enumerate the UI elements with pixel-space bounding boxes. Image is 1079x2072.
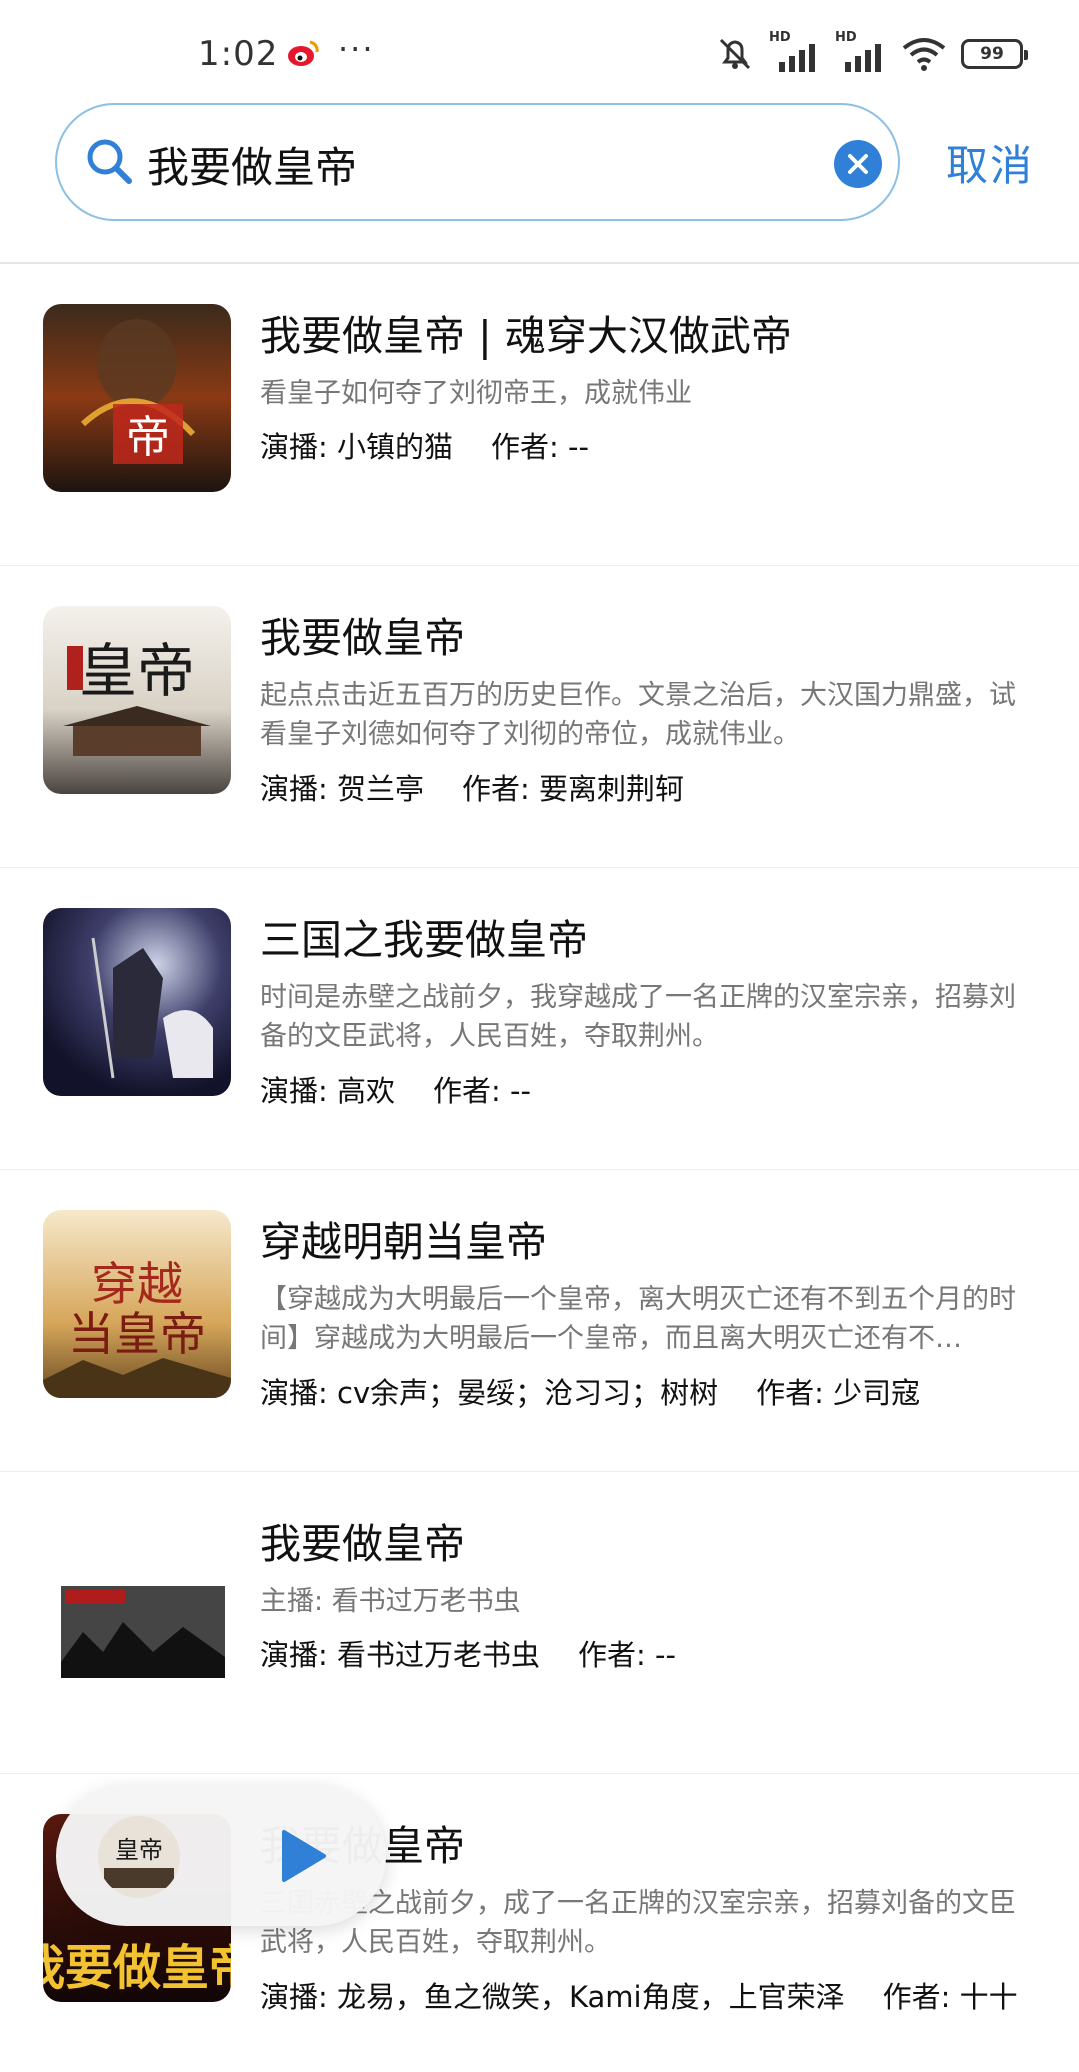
status-bar: 1:02 ··· HD HD 99 <box>0 0 1079 100</box>
weibo-icon <box>288 40 319 66</box>
signal-icon: HD <box>769 30 821 74</box>
result-meta: 演播: 高欢 作者: -- <box>260 1068 531 1110</box>
svg-text:皇帝: 皇帝 <box>115 1836 163 1864</box>
result-description: 主播: 看书过万老书虫 <box>260 1586 521 1617</box>
mini-player[interactable]: 皇帝 <box>56 1786 386 1926</box>
status-time: 1:02 <box>198 34 279 74</box>
result-description: 起点点击近五百万的历史巨作。文景之治后，大汉国力鼎盛，试看皇子刘德如何夺了刘彻的… <box>260 680 1016 750</box>
anchor-label: 演播: <box>260 1074 328 1108</box>
result-description: 看皇子如何夺了刘彻帝王，成就伟业 <box>260 378 692 409</box>
result-description: 时间是赤壁之战前夕，我穿越成了一名正牌的汉室宗亲，招募刘备的文臣武将，人民百姓，… <box>260 982 1016 1052</box>
status-right-icons: HD HD 99 <box>715 30 1028 74</box>
result-item[interactable]: 我要做皇帝 主播: 看书过万老书虫 演播: 看书过万老书虫 作者: -- <box>0 1472 1079 1774</box>
svg-text:穿越: 穿越 <box>91 1257 183 1311</box>
author-label: 作者: <box>491 430 559 464</box>
result-title: 三国之我要做皇帝 <box>260 916 588 964</box>
anchor-label: 演播: <box>260 772 328 806</box>
author-label: 作者: <box>578 1638 646 1672</box>
author-label: 作者: <box>882 1980 951 2014</box>
author-name: -- <box>568 430 589 464</box>
anchor-label: 演播: <box>260 430 328 464</box>
svg-text:皇帝: 皇帝 <box>79 637 195 705</box>
play-icon[interactable] <box>274 1828 330 1884</box>
book-cover[interactable]: 穿越 当皇帝 <box>43 1210 231 1398</box>
result-meta: 演播: 龙易，鱼之微笑，Kami角度，上官荣泽 作者: 十十 <box>260 1974 1018 2016</box>
result-item[interactable]: 穿越 当皇帝 穿越明朝当皇帝 【穿越成为大明最后一个皇帝，离大明灭亡还有不到五个… <box>0 1170 1079 1472</box>
book-cover[interactable]: 帝 <box>43 304 231 492</box>
result-item[interactable]: 帝 我要做皇帝 | 魂穿大汉做武帝 看皇子如何夺了刘彻帝王，成就伟业 演播: 小… <box>0 264 1079 566</box>
wifi-icon <box>902 38 946 71</box>
battery-icon: 99 <box>961 39 1028 69</box>
author-name: -- <box>655 1638 676 1672</box>
result-item[interactable]: 三国之我要做皇帝 时间是赤壁之战前夕，我穿越成了一名正牌的汉室宗亲，招募刘备的文… <box>0 868 1079 1170</box>
svg-text:帝: 帝 <box>126 412 170 463</box>
anchor-name: cv余声；晏绥；沧习习；树树 <box>337 1376 719 1410</box>
anchor-name: 龙易，鱼之微笑，Kami角度，上官荣泽 <box>337 1980 845 2014</box>
anchor-name: 贺兰亭 <box>337 772 425 806</box>
result-item[interactable]: 皇帝 我要做皇帝 起点点击近五百万的历史巨作。文景之治后，大汉国力鼎盛，试看皇子… <box>0 566 1079 868</box>
author-label: 作者: <box>756 1376 824 1410</box>
search-box[interactable] <box>55 103 900 221</box>
clear-search-button[interactable] <box>834 140 882 188</box>
result-title: 我要做皇帝 <box>260 1520 465 1568</box>
author-name: 少司寇 <box>833 1376 921 1410</box>
svg-text:我要做皇帝: 我要做皇帝 <box>43 1940 231 1996</box>
author-name: 要离刺荆轲 <box>539 772 685 806</box>
signal-icon: HD <box>835 30 887 74</box>
author-label: 作者: <box>462 772 530 806</box>
search-input[interactable] <box>147 129 767 199</box>
cancel-button[interactable]: 取消 <box>946 132 1034 193</box>
result-meta: 演播: cv余声；晏绥；沧习习；树树 作者: 少司寇 <box>260 1370 920 1412</box>
album-art-icon[interactable]: 皇帝 <box>98 1816 180 1898</box>
result-meta: 演播: 小镇的猫 作者: -- <box>260 424 589 466</box>
result-title: 我要做皇帝 | 魂穿大汉做武帝 <box>260 312 792 360</box>
result-title: 穿越明朝当皇帝 <box>260 1218 547 1266</box>
result-meta: 演播: 贺兰亭 作者: 要离刺荆轲 <box>260 766 684 808</box>
close-icon <box>848 154 868 174</box>
anchor-label: 演播: <box>260 1376 328 1410</box>
result-description: 【穿越成为大明最后一个皇帝，离大明灭亡还有不到五个月的时间】穿越成为大明最后一个… <box>260 1284 1016 1354</box>
book-cover[interactable] <box>43 908 231 1096</box>
anchor-name: 小镇的猫 <box>337 430 454 464</box>
anchor-name: 看书过万老书虫 <box>337 1638 541 1672</box>
anchor-name: 高欢 <box>337 1074 396 1108</box>
author-name: 十十 <box>959 1980 1018 2014</box>
author-label: 作者: <box>433 1074 501 1108</box>
search-icon <box>87 139 132 184</box>
anchor-label: 演播: <box>260 1980 328 2014</box>
anchor-label: 演播: <box>260 1638 328 1672</box>
hd-label: HD <box>769 30 791 45</box>
svg-text:当皇帝: 当皇帝 <box>68 1307 206 1361</box>
result-description: 三国赤壁之战前夕，成了一名正牌的汉室宗亲，招募刘备的文臣武将，人民百姓，夺取荆州… <box>260 1888 1016 1958</box>
book-cover[interactable] <box>43 1512 231 1700</box>
author-name: -- <box>510 1074 531 1108</box>
status-more-dots: ··· <box>338 30 375 68</box>
book-cover[interactable]: 皇帝 <box>43 606 231 794</box>
hd-label: HD <box>835 30 857 45</box>
result-title: 我要做皇帝 <box>260 614 465 662</box>
bell-muted-icon <box>719 38 751 70</box>
result-meta: 演播: 看书过万老书虫 作者: -- <box>260 1632 676 1674</box>
